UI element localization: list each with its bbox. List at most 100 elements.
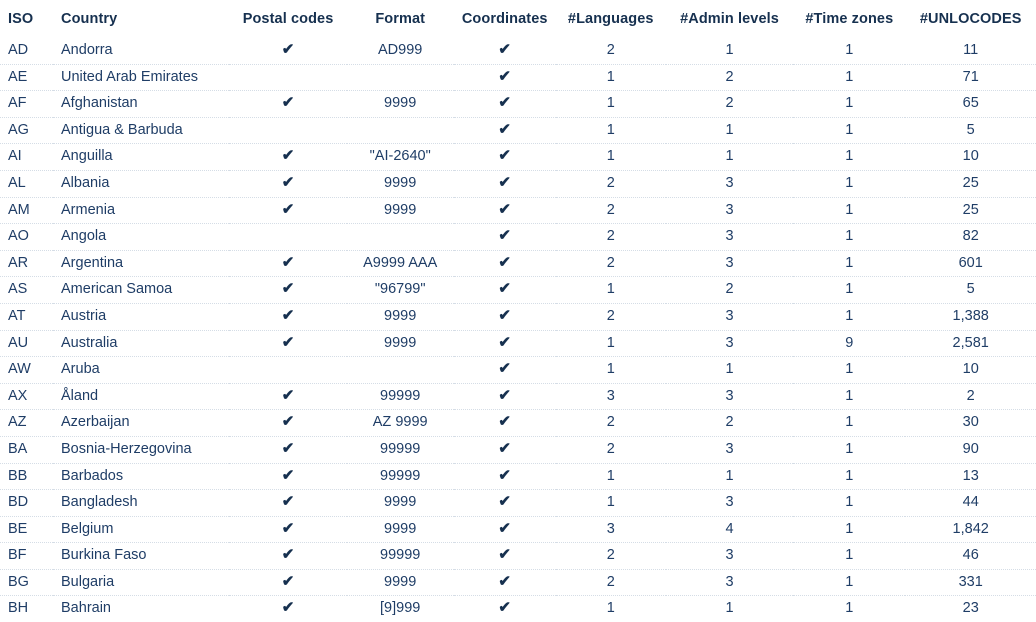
column-header-languages[interactable]: #Languages — [556, 0, 666, 38]
column-header-unlocodes[interactable]: #UNLOCODES — [905, 0, 1036, 38]
cell-country: Bosnia-Herzegovina — [53, 435, 230, 463]
cell-coordinates: ✔ — [454, 38, 556, 64]
column-header-admin-levels[interactable]: #Admin levels — [666, 0, 793, 38]
cell-coordinates: ✔ — [453, 356, 556, 384]
cell-format: 9999 — [346, 515, 454, 543]
cell-time-zones: 1 — [793, 489, 906, 517]
cell-country: American Samoa — [53, 276, 230, 304]
column-header-postal-codes[interactable]: Postal codes — [229, 0, 346, 38]
cell-iso: BH — [0, 595, 54, 622]
cell-country: Antigua & Barbuda — [53, 116, 230, 144]
cell-country: Aruba — [53, 356, 230, 384]
check-icon: ✔ — [498, 466, 511, 484]
cell-format: 9999 — [346, 568, 454, 596]
cell-languages: 3 — [555, 382, 666, 410]
cell-coordinates: ✔ — [453, 63, 556, 91]
cell-format: [9]999 — [346, 595, 454, 622]
table-row: BG Bulgaria ✔ 9999 ✔ 2 3 1 331 — [0, 568, 1036, 596]
cell-unlocodes: 25 — [905, 169, 1036, 198]
column-header-format[interactable]: Format — [347, 0, 454, 38]
check-icon: ✔ — [281, 333, 295, 351]
cell-admin-levels: 3 — [665, 568, 794, 596]
cell-country: Azerbaijan — [53, 409, 230, 437]
cell-postal-codes — [229, 356, 347, 384]
check-icon: ✔ — [281, 439, 295, 457]
cell-unlocodes: 1,842 — [905, 515, 1036, 543]
cell-languages: 2 — [555, 568, 666, 596]
cell-languages: 1 — [555, 356, 666, 384]
cell-admin-levels: 3 — [665, 223, 794, 251]
cell-time-zones: 1 — [793, 196, 906, 224]
cell-iso: AO — [0, 223, 54, 251]
cell-admin-levels: 4 — [665, 515, 794, 543]
cell-time-zones: 1 — [793, 169, 906, 198]
cell-languages: 1 — [555, 63, 666, 91]
cell-country: Afghanistan — [53, 90, 230, 118]
cell-admin-levels: 3 — [665, 249, 794, 277]
column-header-iso[interactable]: ISO — [0, 0, 53, 38]
check-icon: ✔ — [281, 41, 295, 58]
check-icon: ✔ — [281, 519, 295, 537]
cell-coordinates: ✔ — [453, 223, 556, 251]
cell-time-zones: 1 — [793, 276, 906, 304]
check-icon: ✔ — [498, 413, 511, 431]
cell-postal-codes: ✔ — [229, 489, 347, 517]
cell-unlocodes: 5 — [905, 116, 1036, 144]
cell-languages: 2 — [555, 542, 666, 570]
cell-postal-codes — [229, 63, 347, 91]
check-icon: ✔ — [498, 599, 511, 617]
cell-languages: 2 — [555, 249, 666, 277]
cell-admin-levels: 3 — [665, 169, 794, 198]
cell-admin-levels: 2 — [665, 276, 794, 304]
cell-postal-codes: ✔ — [229, 435, 347, 463]
cell-country: United Arab Emirates — [53, 63, 230, 91]
cell-iso: BD — [0, 489, 54, 517]
column-header-coordinates[interactable]: Coordinates — [454, 0, 556, 38]
check-icon: ✔ — [281, 147, 295, 165]
check-icon: ✔ — [498, 120, 511, 138]
cell-time-zones: 1 — [793, 116, 906, 144]
cell-unlocodes: 30 — [905, 409, 1036, 437]
column-header-time-zones[interactable]: #Time zones — [793, 0, 905, 38]
column-header-country[interactable]: Country — [53, 0, 229, 38]
cell-unlocodes: 44 — [905, 489, 1036, 517]
cell-format — [346, 223, 454, 251]
check-icon: ✔ — [498, 306, 511, 324]
cell-admin-levels: 2 — [665, 90, 794, 118]
cell-country: Austria — [53, 302, 230, 331]
cell-format: 9999 — [346, 90, 454, 118]
cell-postal-codes — [229, 223, 347, 251]
cell-coordinates: ✔ — [453, 435, 556, 463]
table-row: AT Austria ✔ 9999 ✔ 2 3 1 1,388 — [0, 302, 1036, 331]
cell-iso: AF — [0, 90, 54, 118]
table-row: AE United Arab Emirates ✔ 1 2 1 71 — [0, 63, 1036, 91]
table-row: AS American Samoa ✔ "96799" ✔ 1 2 1 5 — [0, 276, 1036, 304]
check-icon: ✔ — [498, 280, 511, 298]
table-header: ISO Country Postal codes Format Coordina… — [0, 0, 1036, 38]
check-icon: ✔ — [498, 493, 511, 511]
cell-iso: BB — [0, 462, 54, 490]
cell-country: Australia — [53, 329, 230, 357]
cell-admin-levels: 2 — [665, 409, 794, 437]
cell-iso: AD — [8, 42, 29, 58]
cell-country: Anguilla — [53, 143, 230, 171]
cell-unlocodes: 25 — [905, 196, 1036, 224]
cell-time-zones: 1 — [793, 595, 906, 622]
cell-coordinates: ✔ — [453, 90, 556, 118]
check-icon: ✔ — [281, 173, 295, 191]
check-icon: ✔ — [498, 519, 511, 537]
cell-postal-codes: ✔ — [229, 90, 347, 118]
cell-unlocodes: 65 — [905, 90, 1036, 118]
table-row: AL Albania ✔ 9999 ✔ 2 3 1 25 — [0, 169, 1036, 198]
cell-languages: 1 — [555, 143, 666, 171]
check-icon: ✔ — [281, 306, 295, 324]
cell-coordinates: ✔ — [453, 462, 556, 490]
cell-unlocodes: 23 — [905, 595, 1036, 622]
check-icon: ✔ — [281, 466, 295, 484]
cell-languages: 2 — [606, 42, 615, 58]
cell-unlocodes: 46 — [905, 542, 1036, 570]
table-row: AG Antigua & Barbuda ✔ 1 1 1 5 — [0, 116, 1036, 144]
cell-country: Bangladesh — [53, 489, 230, 517]
cell-format: 9999 — [346, 302, 454, 331]
cell-postal-codes: ✔ — [229, 196, 347, 224]
